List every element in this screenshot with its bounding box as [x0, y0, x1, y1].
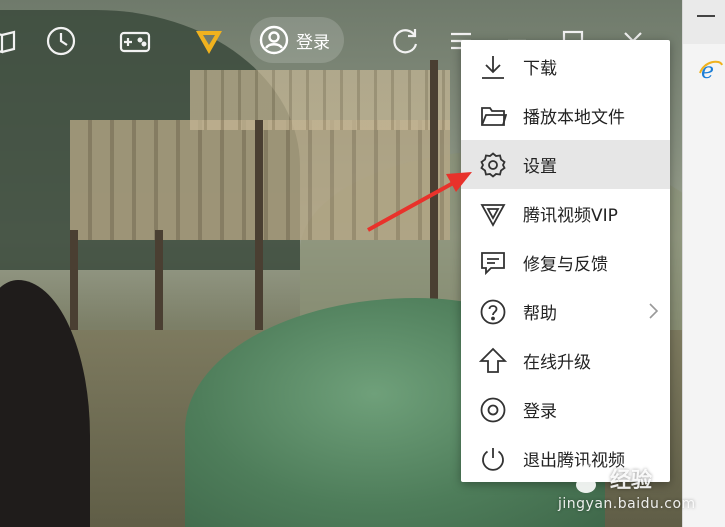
user-icon	[258, 24, 290, 56]
menu-item-play-local-file[interactable]: 播放本地文件	[461, 91, 670, 140]
adjacent-window-titlebar	[683, 0, 725, 44]
menu-item-online-upgrade[interactable]: 在线升级	[461, 336, 670, 385]
menu-item-label: 在线升级	[523, 353, 591, 373]
download-icon	[479, 53, 507, 81]
menu-item-label: 帮助	[523, 304, 557, 324]
paw-logo-icon	[572, 464, 600, 493]
gear-icon	[479, 151, 507, 179]
menu-item-settings[interactable]: 设置	[461, 140, 670, 189]
menu-item-login[interactable]: 登录	[461, 385, 670, 434]
history-icon[interactable]	[44, 24, 78, 58]
baidu-jingyan-watermark: 经验 jingyan.baidu.com	[540, 462, 695, 522]
watermark-title: 经验	[610, 468, 652, 492]
book-icon[interactable]	[0, 24, 20, 58]
red-arrow-annotation	[367, 172, 472, 232]
ie-browser-icon[interactable]: e	[698, 57, 724, 84]
vip-logo-icon[interactable]	[192, 24, 226, 58]
menu-item-label: 设置	[523, 157, 557, 177]
main-dropdown-menu: 下载 播放本地文件 设置 腾讯视频VIP 修复与反馈 帮助 在线升级 登录 退出…	[461, 40, 670, 482]
power-icon	[479, 445, 507, 473]
watermark-url: jingyan.baidu.com	[558, 496, 696, 512]
menu-item-download[interactable]: 下载	[461, 42, 670, 91]
menu-item-label: 下载	[523, 59, 557, 79]
chevron-right-icon	[646, 301, 660, 321]
upgrade-icon	[478, 347, 508, 375]
menu-item-label: 腾讯视频VIP	[523, 206, 618, 226]
login-button[interactable]: 登录	[250, 17, 344, 63]
minimize-icon[interactable]	[697, 15, 715, 17]
login-label: 登录	[296, 32, 330, 53]
vip-icon	[479, 200, 507, 228]
menu-item-repair-feedback[interactable]: 修复与反馈	[461, 238, 670, 287]
menu-item-help[interactable]: 帮助	[461, 287, 670, 336]
menu-item-label: 修复与反馈	[523, 255, 608, 275]
folder-icon	[479, 102, 508, 130]
menu-item-label: 登录	[523, 402, 557, 422]
game-icon[interactable]	[118, 24, 152, 58]
menu-item-label: 播放本地文件	[523, 108, 625, 128]
refresh-icon[interactable]	[388, 24, 422, 58]
feedback-icon	[479, 249, 507, 277]
login-icon	[479, 396, 507, 424]
menu-item-vip[interactable]: 腾讯视频VIP	[461, 189, 670, 238]
help-icon	[479, 298, 507, 326]
